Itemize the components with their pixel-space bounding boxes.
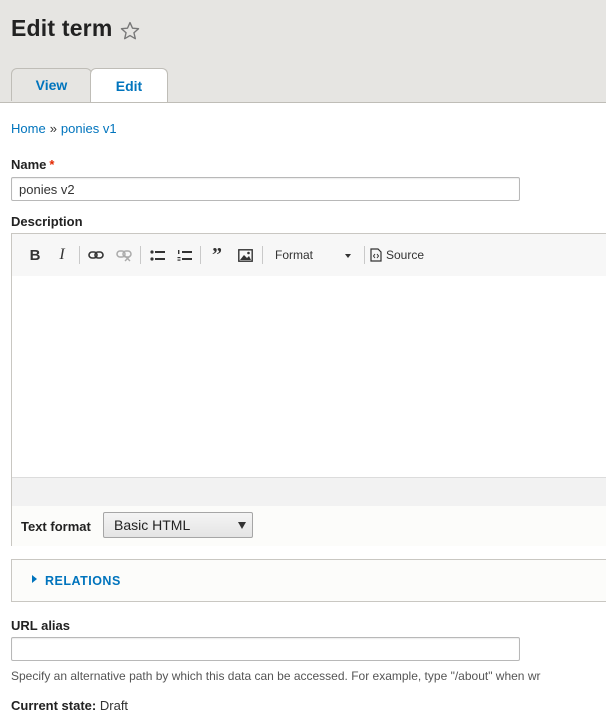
breadcrumb-current-link[interactable]: ponies v1 xyxy=(61,121,117,136)
required-marker: * xyxy=(49,157,55,172)
image-button[interactable] xyxy=(236,244,254,266)
source-button[interactable]: Source xyxy=(370,244,424,266)
numbered-list-button[interactable] xyxy=(175,244,193,266)
star-icon[interactable] xyxy=(119,20,141,42)
bulleted-list-icon xyxy=(149,249,165,261)
bold-button[interactable]: B xyxy=(26,244,44,266)
description-editor: B I ” Format Source Text format Basic HT… xyxy=(11,233,606,546)
bulleted-list-button[interactable] xyxy=(148,244,166,266)
name-label: Name * xyxy=(11,157,54,172)
editor-toolbar: B I ” Format Source xyxy=(12,234,606,277)
toolbar-separator xyxy=(364,246,365,264)
link-button[interactable] xyxy=(86,244,106,266)
format-dropdown[interactable]: Format xyxy=(268,244,356,266)
text-format-label: Text format xyxy=(21,519,91,534)
page-title: Edit term xyxy=(11,15,113,41)
current-state: Current state: Draft xyxy=(11,698,128,713)
toolbar-separator xyxy=(79,246,80,264)
toolbar-separator xyxy=(200,246,201,264)
toolbar-separator xyxy=(262,246,263,264)
tab-view[interactable]: View xyxy=(11,68,92,101)
breadcrumb: Home» ponies v1 xyxy=(11,121,117,136)
toolbar-separator xyxy=(140,246,141,264)
dropdown-arrow-icon xyxy=(238,522,246,529)
name-input[interactable] xyxy=(11,177,520,201)
text-format-select[interactable]: Basic HTML xyxy=(103,512,253,538)
text-format-row xyxy=(12,506,606,546)
source-icon xyxy=(370,248,382,262)
editor-status-bar xyxy=(12,477,606,507)
url-alias-label: URL alias xyxy=(11,618,71,633)
current-state-value: Draft xyxy=(99,698,129,713)
description-label: Description xyxy=(11,214,83,229)
unlink-button[interactable] xyxy=(114,244,134,266)
expand-triangle-icon xyxy=(32,575,37,583)
editor-content-area[interactable] xyxy=(12,276,606,477)
current-state-label: Current state: xyxy=(11,698,97,713)
italic-button[interactable]: I xyxy=(53,244,71,266)
image-icon xyxy=(237,248,253,262)
name-label-text: Name xyxy=(11,157,47,172)
relations-summary[interactable]: RELATIONS xyxy=(45,574,121,588)
breadcrumb-home-link[interactable]: Home xyxy=(11,121,46,136)
url-alias-input[interactable] xyxy=(11,637,520,661)
chevron-down-icon xyxy=(345,254,351,258)
unlink-icon xyxy=(116,250,132,262)
text-format-value: Basic HTML xyxy=(114,517,191,533)
breadcrumb-separator: » xyxy=(49,121,57,136)
page-header: Edit term View Edit xyxy=(0,0,606,103)
relations-details[interactable]: RELATIONS xyxy=(11,559,606,602)
tab-edit[interactable]: Edit xyxy=(90,68,168,102)
link-icon xyxy=(88,251,104,259)
blockquote-button[interactable]: ” xyxy=(208,244,226,266)
numbered-list-icon xyxy=(177,249,192,261)
source-label: Source xyxy=(386,248,425,262)
url-alias-help-text: Specify an alternative path by which thi… xyxy=(11,669,541,683)
blockquote-icon: ” xyxy=(212,243,222,266)
